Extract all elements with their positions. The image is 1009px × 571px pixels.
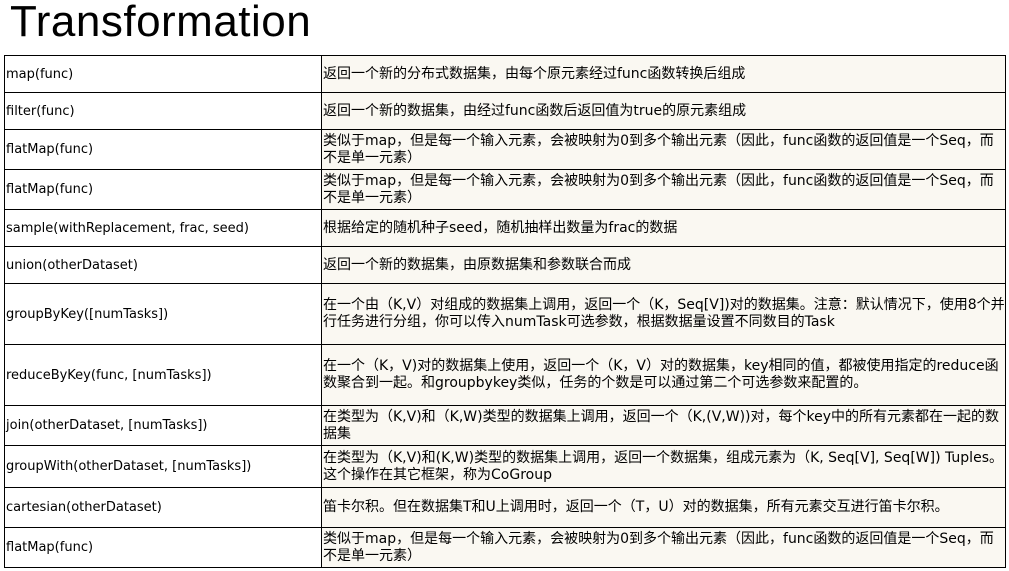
description-cell: 类似于map，但是每一个输入元素，会被映射为0到多个输出元素（因此，func函数… xyxy=(321,169,1006,210)
table-row: filter(func) 返回一个新的数据集，由经过func函数后返回值为tru… xyxy=(4,92,1006,130)
operation-cell: flatMap(func) xyxy=(4,129,322,170)
table-row: groupWith(otherDataset, [numTasks]) 在类型为… xyxy=(4,445,1006,488)
description-cell: 在类型为（K,V)和(K,W)类型的数据集上调用，返回一个数据集，组成元素为（K… xyxy=(321,445,1006,488)
operation-cell: sample(withReplacement, frac, seed) xyxy=(4,209,322,247)
transformation-table: map(func) 返回一个新的分布式数据集，由每个原元素经过func函数转换后… xyxy=(4,55,1006,568)
table-row: groupByKey([numTasks]) 在一个由（K,V）对组成的数据集上… xyxy=(4,283,1006,345)
description-cell: 笛卡尔积。但在数据集T和U上调用时，返回一个（T，U）对的数据集，所有元素交互进… xyxy=(321,487,1006,528)
table-row: sample(withReplacement, frac, seed) 根据给定… xyxy=(4,209,1006,247)
page-title: Transformation xyxy=(10,0,312,46)
description-cell: 返回一个新的数据集，由原数据集和参数联合而成 xyxy=(321,246,1006,284)
operation-cell: flatMap(func) xyxy=(4,527,322,568)
table-row: reduceByKey(func, [numTasks]) 在一个（K，V)对的… xyxy=(4,344,1006,406)
table-row: union(otherDataset) 返回一个新的数据集，由原数据集和参数联合… xyxy=(4,246,1006,284)
operation-cell: groupByKey([numTasks]) xyxy=(4,283,322,345)
table-row: flatMap(func) 类似于map，但是每一个输入元素，会被映射为0到多个… xyxy=(4,527,1006,568)
operation-cell: join(otherDataset, [numTasks]) xyxy=(4,405,322,446)
description-cell: 根据给定的随机种子seed，随机抽样出数量为frac的数据 xyxy=(321,209,1006,247)
description-cell: 返回一个新的分布式数据集，由每个原元素经过func函数转换后组成 xyxy=(321,55,1006,93)
operation-cell: reduceByKey(func, [numTasks]) xyxy=(4,344,322,406)
description-cell: 在一个由（K,V）对组成的数据集上调用，返回一个（K，Seq[V])对的数据集。… xyxy=(321,283,1006,345)
description-cell: 返回一个新的数据集，由经过func函数后返回值为true的原元素组成 xyxy=(321,92,1006,130)
operation-cell: groupWith(otherDataset, [numTasks]) xyxy=(4,445,322,488)
table-row: flatMap(func) 类似于map，但是每一个输入元素，会被映射为0到多个… xyxy=(4,169,1006,210)
table-row: join(otherDataset, [numTasks]) 在类型为（K,V)… xyxy=(4,405,1006,446)
description-cell: 类似于map，但是每一个输入元素，会被映射为0到多个输出元素（因此，func函数… xyxy=(321,129,1006,170)
description-cell: 在一个（K，V)对的数据集上使用，返回一个（K，V）对的数据集，key相同的值，… xyxy=(321,344,1006,406)
table-row: flatMap(func) 类似于map，但是每一个输入元素，会被映射为0到多个… xyxy=(4,129,1006,170)
table-row: cartesian(otherDataset) 笛卡尔积。但在数据集T和U上调用… xyxy=(4,487,1006,528)
table-row: map(func) 返回一个新的分布式数据集，由每个原元素经过func函数转换后… xyxy=(4,55,1006,93)
description-cell: 类似于map，但是每一个输入元素，会被映射为0到多个输出元素（因此，func函数… xyxy=(321,527,1006,568)
operation-cell: map(func) xyxy=(4,55,322,93)
operation-cell: cartesian(otherDataset) xyxy=(4,487,322,528)
description-cell: 在类型为（K,V)和（K,W)类型的数据集上调用，返回一个（K,(V,W))对，… xyxy=(321,405,1006,446)
operation-cell: union(otherDataset) xyxy=(4,246,322,284)
operation-cell: filter(func) xyxy=(4,92,322,130)
operation-cell: flatMap(func) xyxy=(4,169,322,210)
